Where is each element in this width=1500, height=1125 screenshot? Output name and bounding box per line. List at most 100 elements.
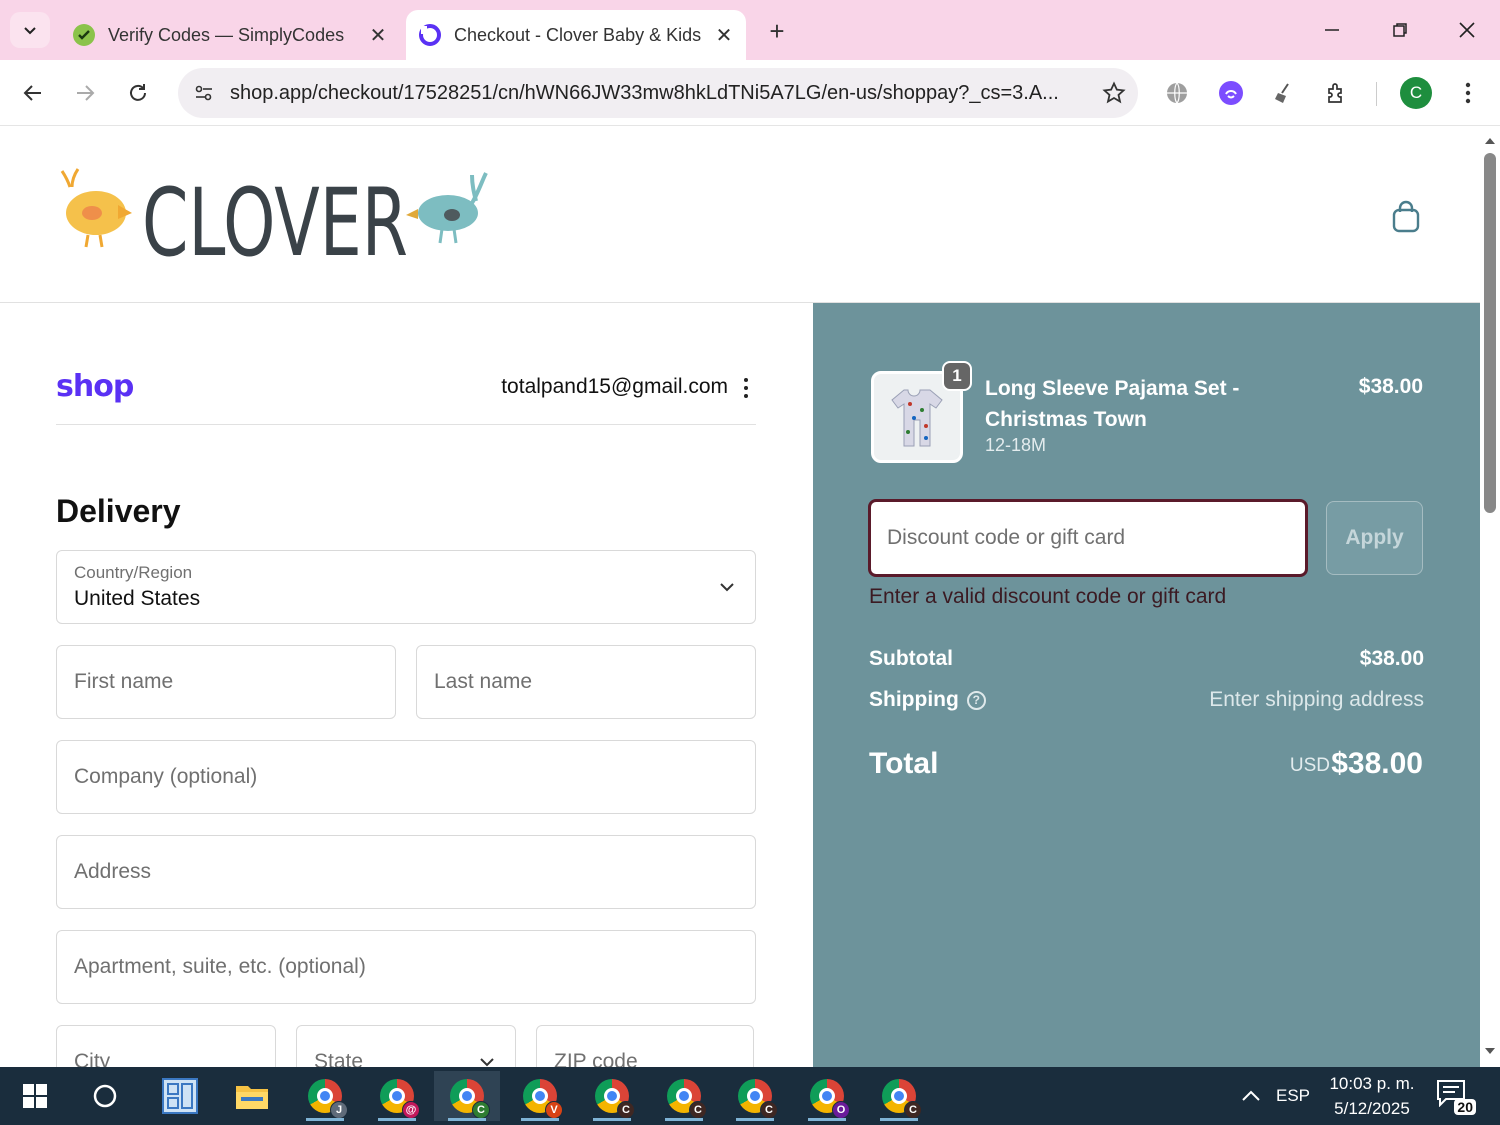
shop-account-row: shop totalpand15@gmail.com	[56, 363, 756, 425]
close-tab-icon[interactable]: ✕	[710, 21, 738, 49]
total-currency: USD	[1289, 755, 1330, 776]
restore-button[interactable]	[1380, 12, 1420, 48]
zip-field[interactable]: ZIP code	[536, 1025, 754, 1067]
site-info-icon[interactable]	[182, 71, 226, 115]
taskview-app-button[interactable]	[147, 1071, 213, 1121]
toolbar-divider	[1376, 82, 1377, 106]
chrome-window-button[interactable]: C	[579, 1071, 645, 1121]
purple-extension-icon[interactable]	[1212, 74, 1250, 112]
broom-extension-icon[interactable]	[1265, 74, 1303, 112]
last-name-placeholder: Last name	[434, 670, 533, 693]
clock-time: 10:03 p. m.	[1329, 1074, 1415, 1093]
quantity-badge: 1	[942, 361, 972, 391]
account-menu-icon[interactable]	[736, 373, 756, 403]
show-hidden-icons-button[interactable]	[1236, 1067, 1266, 1125]
product-price: $38.00	[1358, 375, 1423, 398]
search-button[interactable]	[72, 1071, 138, 1121]
chrome-profile-badge: O	[832, 1101, 850, 1119]
bookmark-star-icon[interactable]	[1090, 71, 1138, 115]
file-explorer-button[interactable]	[219, 1071, 285, 1121]
address-bar[interactable]: shop.app/checkout/17528251/cn/hWN66JW33m…	[178, 68, 1138, 118]
total-value: $38.00	[1331, 747, 1423, 780]
help-icon[interactable]: ?	[966, 690, 986, 710]
chrome-profile-badge: @	[402, 1101, 420, 1119]
shipping-row: Shipping? Enter shipping address	[869, 688, 1424, 718]
delivery-heading: Delivery	[56, 493, 181, 529]
chrome-window-button[interactable]: C	[722, 1071, 788, 1121]
arrow-left-icon	[23, 85, 41, 101]
chrome-window-button[interactable]: O	[794, 1071, 860, 1121]
account-email: totalpand15@gmail.com	[501, 375, 728, 398]
cart-button[interactable]	[1386, 197, 1426, 237]
chrome-icon: O	[810, 1079, 850, 1119]
back-button[interactable]	[14, 74, 52, 112]
globe-extension-icon[interactable]	[1158, 74, 1196, 112]
country-select[interactable]: Country/Region United States	[56, 550, 756, 624]
chrome-window-button[interactable]: J	[292, 1071, 358, 1121]
chrome-icon: C	[882, 1079, 922, 1119]
search-circle-icon	[93, 1084, 117, 1108]
address-field[interactable]: Address	[56, 835, 756, 909]
discount-code-input[interactable]: Discount code or gift card	[868, 499, 1308, 577]
tab-search-button[interactable]	[10, 12, 50, 48]
notification-center-button[interactable]: 20	[1436, 1079, 1476, 1115]
first-name-field[interactable]: First name	[56, 645, 396, 719]
tab-checkout[interactable]: Checkout - Clover Baby & Kids ✕	[406, 10, 746, 60]
close-tab-icon[interactable]: ✕	[364, 21, 392, 49]
url-text[interactable]: shop.app/checkout/17528251/cn/hWN66JW33m…	[226, 82, 1090, 105]
reload-button[interactable]	[119, 74, 157, 112]
chrome-profile-badge: V	[545, 1101, 563, 1119]
subtotal-row: Subtotal $38.00	[869, 647, 1424, 677]
apartment-field[interactable]: Apartment, suite, etc. (optional)	[56, 930, 756, 1004]
system-clock[interactable]: 10:03 p. m. 5/12/2025	[1320, 1071, 1424, 1121]
checkout-form: shop totalpand15@gmail.com Delivery Coun…	[56, 303, 756, 1067]
apply-discount-button[interactable]: Apply	[1326, 501, 1423, 575]
state-placeholder: State	[314, 1050, 364, 1067]
minimize-button[interactable]	[1312, 12, 1352, 48]
teal-bird-icon	[406, 172, 488, 244]
product-name: Long Sleeve Pajama Set - Christmas Town	[985, 377, 1240, 431]
city-placeholder: City	[74, 1050, 111, 1067]
chrome-window-button[interactable]: C	[434, 1071, 500, 1121]
chrome-window-button[interactable]: @	[364, 1071, 430, 1121]
order-summary: 1 Long Sleeve Pajama Set - Christmas Tow…	[813, 303, 1480, 1067]
browser-menu-button[interactable]	[1449, 74, 1487, 112]
chrome-profile-badge: C	[760, 1101, 778, 1119]
language-indicator[interactable]: ESP	[1276, 1067, 1310, 1125]
state-select[interactable]: State	[296, 1025, 516, 1067]
puzzle-extensions-icon[interactable]	[1318, 74, 1356, 112]
company-field[interactable]: Company (optional)	[56, 740, 756, 814]
chrome-window-button[interactable]: C	[651, 1071, 717, 1121]
address-placeholder: Address	[74, 860, 152, 883]
scroll-up-arrow-icon[interactable]	[1484, 135, 1496, 147]
scroll-down-arrow-icon[interactable]	[1484, 1045, 1496, 1057]
clover-logo[interactable]: CLOVER	[56, 163, 496, 278]
chrome-window-button[interactable]: V	[507, 1071, 573, 1121]
blueprint-app-icon	[162, 1078, 198, 1114]
chrome-profile-badge: C	[904, 1101, 922, 1119]
chrome-profile-badge: C	[617, 1101, 635, 1119]
zip-placeholder: ZIP code	[554, 1050, 638, 1067]
page-scrollbar[interactable]	[1480, 127, 1500, 1067]
windows-taskbar: J @ C V C C C O C ESP 10:03 p. m. 5/12/2…	[0, 1067, 1500, 1125]
profile-avatar[interactable]: C	[1400, 77, 1432, 109]
last-name-field[interactable]: Last name	[416, 645, 756, 719]
discount-placeholder: Discount code or gift card	[887, 526, 1126, 549]
store-header: CLOVER	[0, 127, 1480, 303]
close-window-button[interactable]	[1447, 12, 1487, 48]
shop-pay-logo: shop	[56, 369, 134, 404]
chrome-icon: C	[667, 1079, 707, 1119]
yellow-bird-icon	[60, 168, 132, 248]
chrome-window-button[interactable]: C	[866, 1071, 932, 1121]
shipping-label: Shipping	[869, 688, 959, 711]
shopping-bag-icon	[1392, 200, 1420, 233]
city-field[interactable]: City	[56, 1025, 276, 1067]
first-name-placeholder: First name	[74, 670, 174, 693]
forward-button[interactable]	[66, 74, 104, 112]
chevron-down-icon	[720, 583, 734, 592]
new-tab-button[interactable]: +	[760, 14, 794, 48]
scrollbar-thumb[interactable]	[1484, 153, 1496, 513]
start-button[interactable]	[2, 1071, 68, 1121]
chrome-icon: V	[523, 1079, 563, 1119]
tab-simplycodes[interactable]: Verify Codes — SimplyCodes ✕	[60, 10, 400, 60]
